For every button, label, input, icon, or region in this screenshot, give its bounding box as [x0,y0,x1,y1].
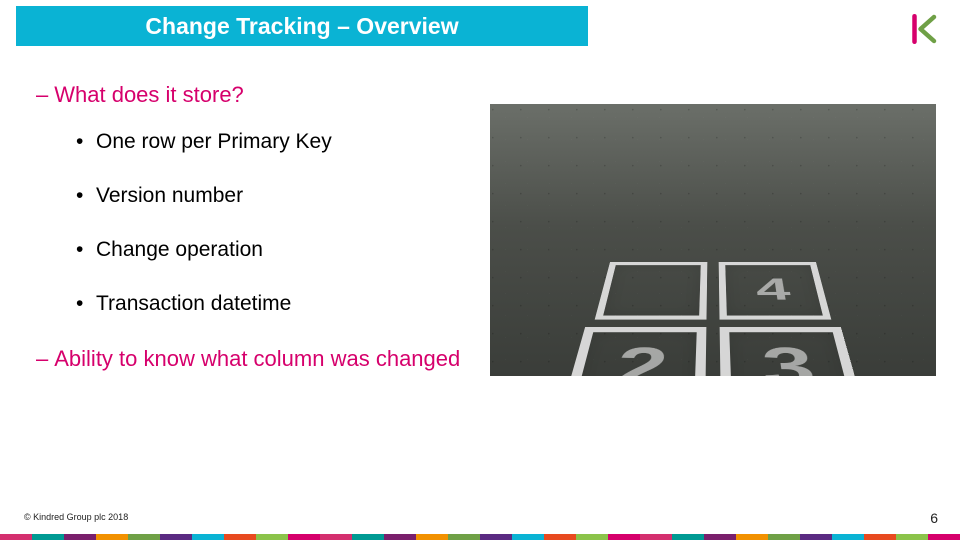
hopscotch-cell: 3 [720,327,866,376]
copyright: © Kindred Group plc 2018 [24,512,128,522]
title-bar: Change Tracking – Overview [16,6,588,46]
heading-text: What does it store? [54,82,244,107]
heading-text: Ability to know what column was changed [54,346,460,371]
kindred-k-icon [910,14,940,44]
page-number: 6 [930,510,938,526]
brand-stripe [0,534,960,540]
hopscotch-image: 4 2 3 1 [490,104,936,376]
hopscotch-cell: 2 [560,327,706,376]
hopscotch-cell [595,262,708,320]
hopscotch-cell: 4 [719,262,832,320]
slide-title: Change Tracking – Overview [145,13,458,40]
slide: Change Tracking – Overview –What does it… [0,0,960,540]
